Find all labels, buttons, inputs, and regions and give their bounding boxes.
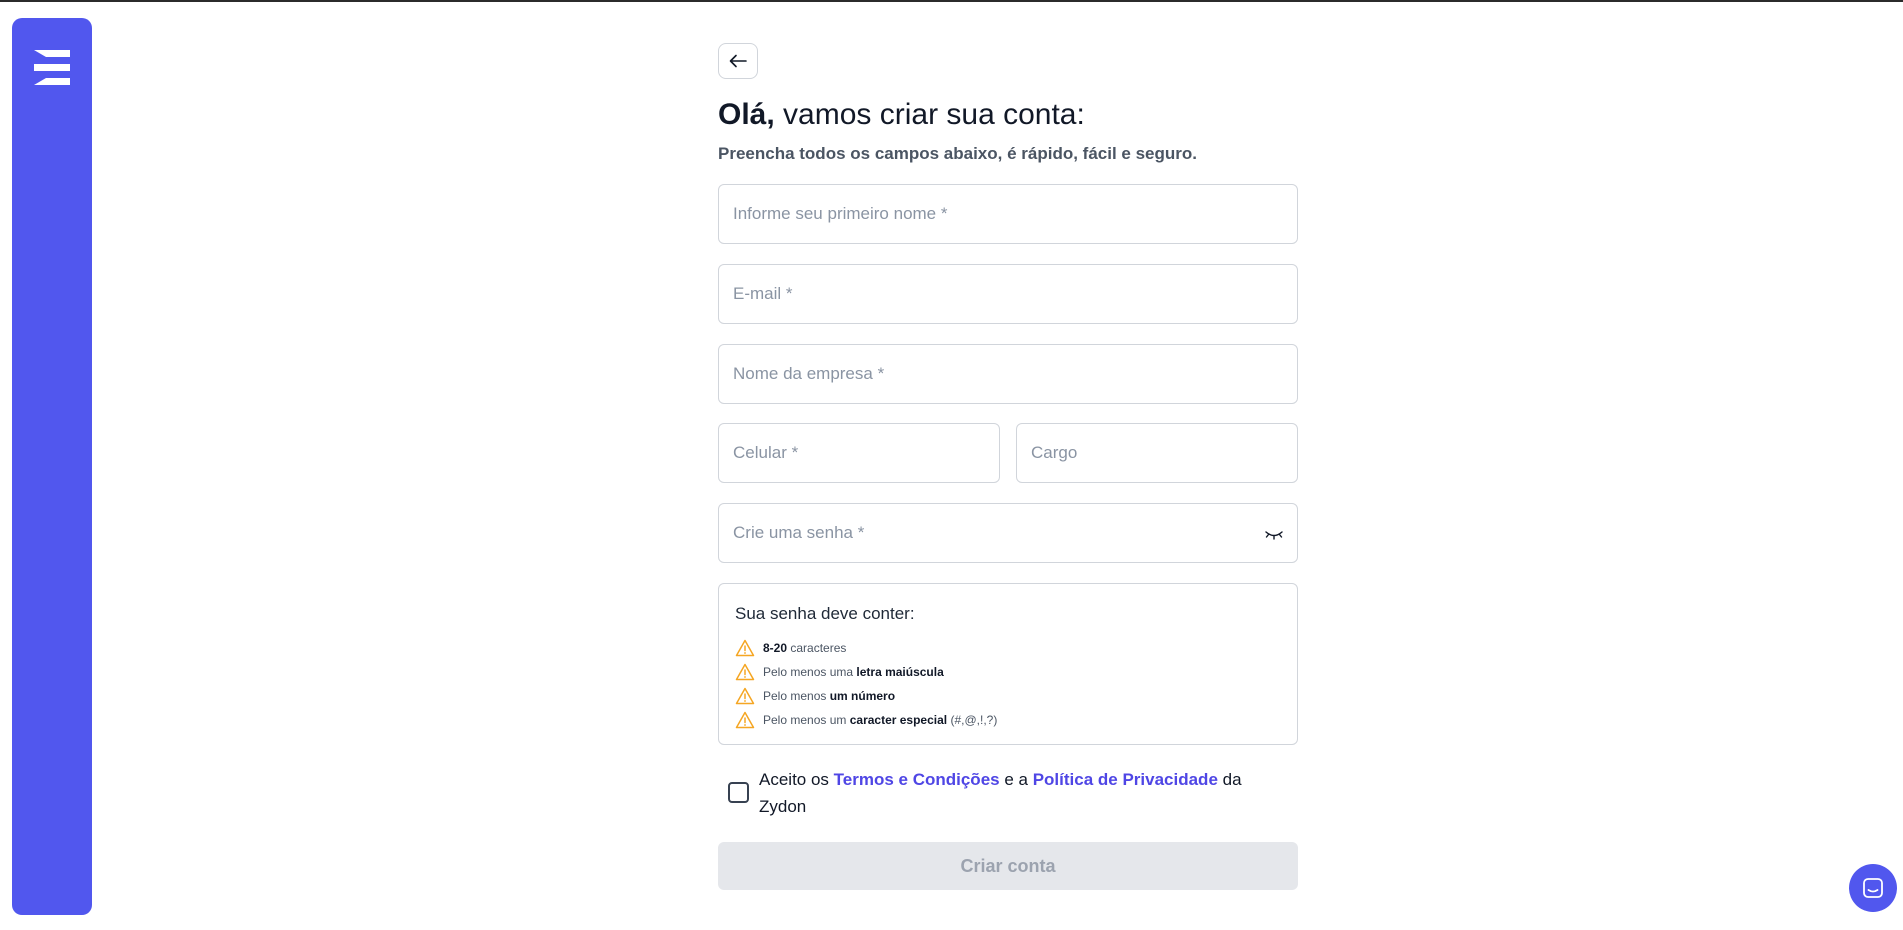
- password-rule-number: Pelo menos um número: [735, 684, 1281, 708]
- password-rule-uppercase-text: Pelo menos uma letra maiúscula: [763, 665, 944, 679]
- warning-icon: [735, 711, 755, 729]
- terms-agreement: Aceito os Termos e Condições e a Polític…: [728, 766, 1288, 820]
- warning-icon: [735, 687, 755, 705]
- warning-icon: [735, 663, 755, 681]
- email-field: [718, 264, 1298, 324]
- support-chat-button[interactable]: [1849, 864, 1897, 912]
- back-button[interactable]: [718, 43, 758, 79]
- privacy-link[interactable]: Política de Privacidade: [1033, 770, 1218, 789]
- page-subtitle: Preencha todos os campos abaixo, é rápid…: [718, 144, 1197, 163]
- sidebar: [12, 18, 92, 915]
- first-name-input[interactable]: [719, 185, 1297, 243]
- eye-closed-icon[interactable]: [1263, 526, 1285, 542]
- role-field: [1016, 423, 1298, 483]
- password-field: [718, 503, 1298, 563]
- password-requirements-title: Sua senha deve conter:: [735, 604, 915, 623]
- password-rule-uppercase: Pelo menos uma letra maiúscula: [735, 660, 1281, 684]
- password-rule-number-text: Pelo menos um número: [763, 689, 896, 703]
- phone-input[interactable]: [719, 424, 999, 482]
- terms-text: Aceito os Termos e Condições e a Polític…: [759, 770, 1242, 816]
- password-rule-length: 8-20 caracteres: [735, 636, 1281, 660]
- password-rule-length-text: 8-20 caracteres: [763, 641, 847, 655]
- terms-link[interactable]: Termos e Condições: [834, 770, 1000, 789]
- terms-checkbox[interactable]: [728, 782, 749, 803]
- role-input[interactable]: [1017, 424, 1297, 482]
- zydon-logo-icon: [34, 50, 70, 85]
- window-top-border: [0, 0, 1903, 2]
- page-title-rest: vamos criar sua conta:: [774, 98, 1085, 131]
- first-name-field: [718, 184, 1298, 244]
- email-input[interactable]: [719, 265, 1297, 323]
- company-input[interactable]: [719, 345, 1297, 403]
- page-title-bold: Olá,: [718, 98, 775, 131]
- page-title: Olá, vamos criar sua conta:: [718, 98, 1085, 132]
- company-field: [718, 344, 1298, 404]
- password-input[interactable]: [719, 504, 1297, 562]
- password-rule-special: Pelo menos um caracter especial (#,@,!,?…: [735, 708, 1281, 732]
- password-rule-special-text: Pelo menos um caracter especial (#,@,!,?…: [763, 713, 998, 727]
- arrow-left-icon: [729, 54, 747, 68]
- chat-icon: [1863, 878, 1883, 898]
- warning-icon: [735, 639, 755, 657]
- password-requirements: Sua senha deve conter: 8-20 caracteres P…: [718, 583, 1298, 745]
- create-account-button[interactable]: Criar conta: [718, 842, 1298, 890]
- phone-field: [718, 423, 1000, 483]
